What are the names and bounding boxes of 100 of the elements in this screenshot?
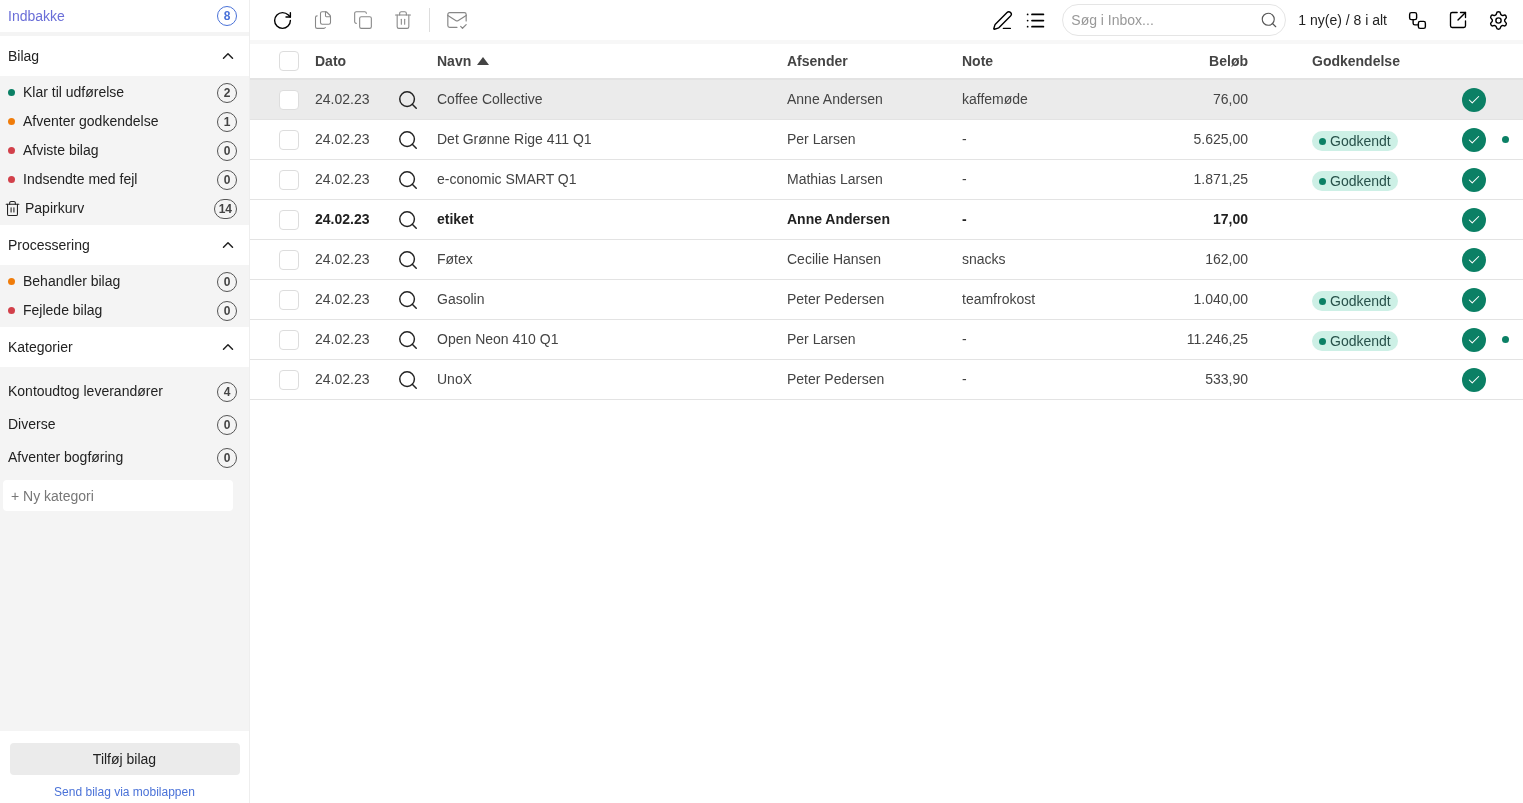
sidebar-item[interactable]: Afventer godkendelse 1 <box>0 107 249 136</box>
column-header[interactable]: Godkendelse <box>1312 50 1462 72</box>
table-cell-text: Per Larsen <box>787 130 857 149</box>
approved-badge: Godkendt <box>1312 291 1398 311</box>
select-all-checkbox[interactable] <box>279 51 299 71</box>
row-checkbox[interactable] <box>279 169 299 190</box>
table-cell-text: 24.02.23 <box>315 170 371 189</box>
table-cell-text: 11.246,25 <box>1185 330 1248 349</box>
inbox-item[interactable]: Indbakke 8 <box>0 0 249 32</box>
table-cell-text: Gasolin <box>437 290 486 309</box>
approved-badge: Godkendt <box>1312 131 1398 151</box>
table-cell-text: Peter Pedersen <box>787 290 886 309</box>
table-cell-text: teamfrokost <box>962 290 1037 309</box>
preview-search-icon[interactable] <box>397 368 419 391</box>
mail-check-icon[interactable] <box>446 9 468 31</box>
table-cell-text: 162,00 <box>1204 250 1248 269</box>
item-label: Klar til udførelse <box>23 83 125 102</box>
workflow-icon[interactable] <box>1407 9 1428 31</box>
table-cell-text: 5.625,00 <box>1192 130 1248 149</box>
preview-search-icon[interactable] <box>397 168 419 191</box>
sidebar-item[interactable]: Fejlede bilag 0 <box>0 296 249 325</box>
table-cell-text: Peter Pedersen <box>787 370 886 389</box>
open-external-icon[interactable] <box>1448 10 1468 30</box>
new-category-field[interactable]: + Ny kategori <box>3 480 233 511</box>
table-cell-text: 76,00 <box>1211 90 1248 109</box>
approve-check-icon[interactable] <box>1462 127 1486 152</box>
preview-search-icon[interactable] <box>397 288 419 311</box>
table-cell-text: Mathias Larsen <box>787 170 884 189</box>
column-header[interactable]: Note <box>962 50 1112 72</box>
preview-search-icon[interactable] <box>397 128 419 151</box>
approve-check-icon[interactable] <box>1462 247 1486 272</box>
approve-check-icon[interactable] <box>1462 167 1486 192</box>
table-cell-text: - <box>962 170 968 189</box>
table-cell-text: Open Neon 410 Q1 <box>437 330 560 349</box>
approve-check-icon[interactable] <box>1462 207 1486 232</box>
table-cell-text: Coffee Collective <box>437 90 544 109</box>
row-checkbox[interactable] <box>279 289 299 310</box>
table-cell-text: - <box>962 210 968 229</box>
sidebar-item[interactable]: Afviste bilag 0 <box>0 136 249 165</box>
refresh-icon[interactable] <box>272 9 293 31</box>
row-checkbox[interactable] <box>279 209 299 230</box>
section-header[interactable]: Processering <box>0 225 249 265</box>
approve-check-icon[interactable] <box>1462 327 1486 352</box>
preview-search-icon[interactable] <box>397 248 419 271</box>
preview-search-icon[interactable] <box>397 328 419 351</box>
column-header[interactable]: Afsender <box>787 50 962 72</box>
search-field[interactable]: Søg i Inbox... <box>1062 4 1287 36</box>
row-checkbox[interactable] <box>279 329 299 350</box>
approved-badge: Godkendt <box>1312 171 1398 191</box>
table-cell-text: 24.02.23 <box>315 210 371 229</box>
trash-icon <box>4 200 21 217</box>
column-header[interactable]: Dato <box>315 50 397 72</box>
table-cell-text: 533,90 <box>1204 370 1248 389</box>
table-cell-text: snacks <box>962 250 1007 269</box>
table-cell-text: etiket <box>437 210 475 229</box>
sidebar-item[interactable]: Klar til udførelse 2 <box>0 78 249 107</box>
column-header[interactable]: Beløb <box>1112 50 1248 72</box>
preview-search-icon[interactable] <box>397 88 419 111</box>
table-cell-text: 24.02.23 <box>315 90 371 109</box>
sidebar-item[interactable]: Kontoudtog leverandører 4 <box>0 375 249 408</box>
delete-icon[interactable] <box>393 10 413 30</box>
add-document-button[interactable]: Tilføj bilag <box>9 743 240 775</box>
approve-check-icon[interactable] <box>1462 87 1486 112</box>
item-label: Behandler bilag <box>23 272 121 291</box>
edit-icon[interactable] <box>992 9 1014 31</box>
sidebar-item[interactable]: Afventer bogføring 0 <box>0 441 249 474</box>
column-header[interactable]: Navn <box>397 50 787 72</box>
row-checkbox[interactable] <box>279 249 299 270</box>
approve-check-icon[interactable] <box>1462 367 1486 392</box>
item-label: Papirkurv <box>25 199 85 218</box>
table-cell-text: Per Larsen <box>787 330 857 349</box>
table-cell-text: 17,00 <box>1211 210 1248 229</box>
item-label: Diverse <box>8 415 56 434</box>
sidebar-item[interactable]: Papirkurv 14 <box>0 194 249 223</box>
table-cell-text: 24.02.23 <box>315 290 371 309</box>
table-cell-text: 24.02.23 <box>315 370 371 389</box>
search-icon[interactable] <box>1260 11 1279 29</box>
table-cell-text: 24.02.23 <box>315 130 371 149</box>
row-checkbox[interactable] <box>279 89 299 110</box>
settings-icon[interactable] <box>1488 9 1509 31</box>
item-counter: 1 ny(e) / 8 i alt <box>1298 10 1387 30</box>
row-checkbox[interactable] <box>279 369 299 390</box>
duplicate-icon[interactable] <box>353 10 373 30</box>
table-cell-text: UnoX <box>437 370 474 389</box>
table-row[interactable]: 24.02.23 Coffee Collective Anne Andersen kaffemøde 76,00 <box>250 80 1523 120</box>
sidebar-item[interactable]: Indsendte med fejl 0 <box>0 165 249 194</box>
documents-icon[interactable] <box>313 10 333 30</box>
section-header[interactable]: Kategorier <box>0 327 249 367</box>
mobile-app-link[interactable]: Send bilag via mobilappen <box>54 783 195 801</box>
table-cell-text: Anne Andersen <box>787 90 884 109</box>
row-checkbox[interactable] <box>279 129 299 150</box>
item-label: Afventer bogføring <box>8 448 124 467</box>
preview-search-icon[interactable] <box>397 208 419 231</box>
table-cell-text: Det Grønne Rige 411 Q1 <box>437 130 593 149</box>
sidebar-item[interactable]: Behandler bilag 0 <box>0 267 249 296</box>
table-cell-text: 1.040,00 <box>1192 290 1248 309</box>
approve-check-icon[interactable] <box>1462 287 1486 312</box>
sidebar-item[interactable]: Diverse 0 <box>0 408 249 441</box>
item-label: Kontoudtog leverandører <box>8 382 163 401</box>
section-header[interactable]: Bilag <box>0 36 249 76</box>
